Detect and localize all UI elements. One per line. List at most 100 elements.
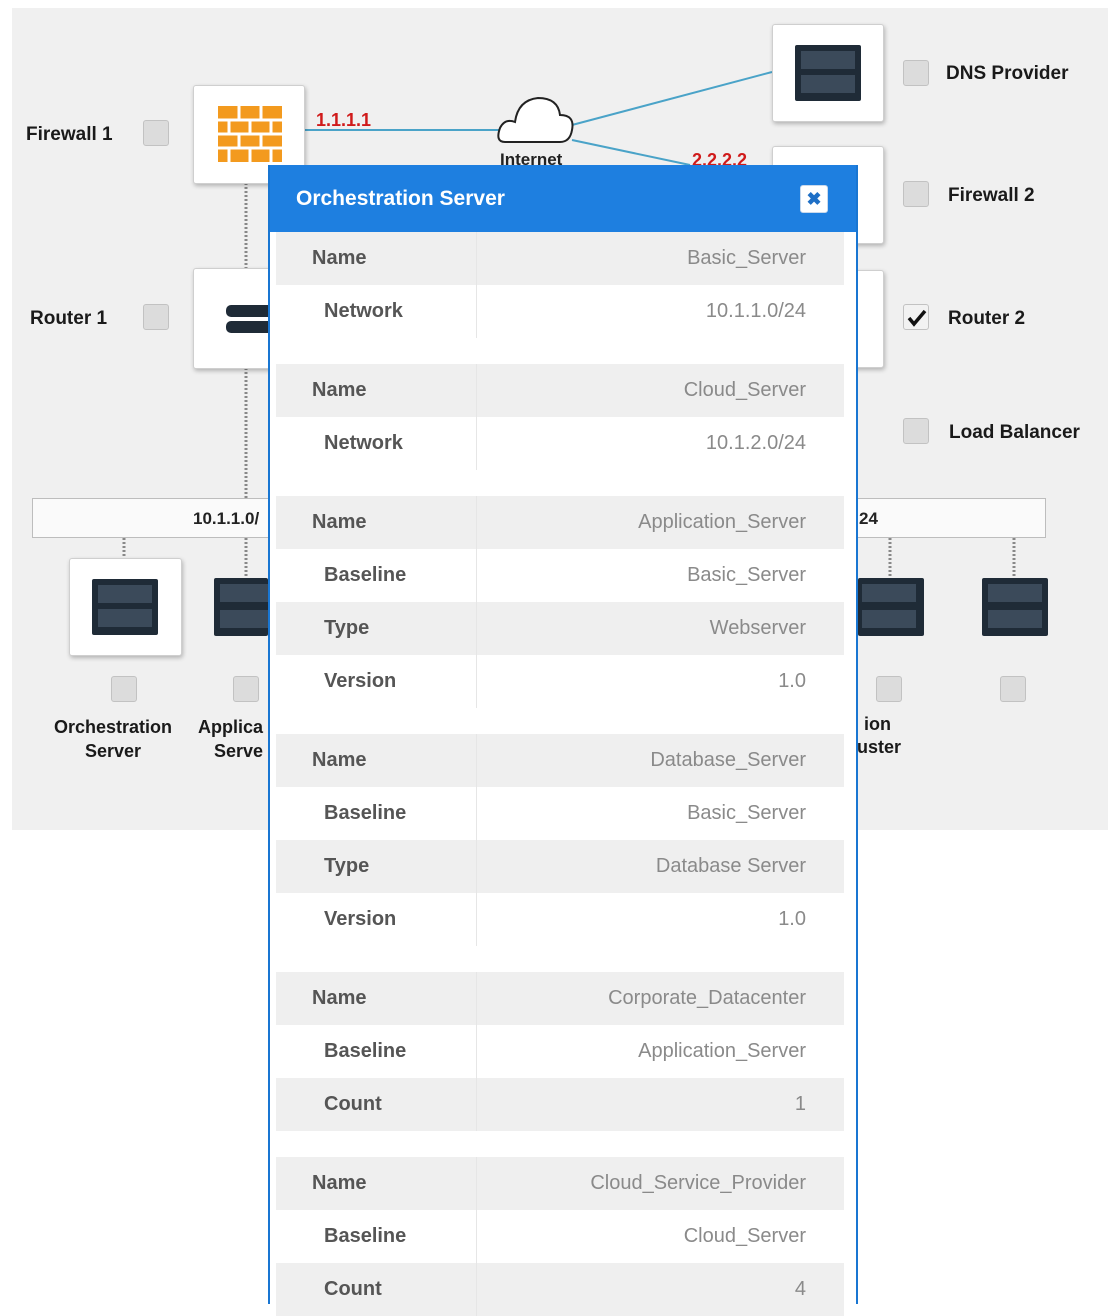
property-value: Corporate_Datacenter	[476, 972, 844, 1025]
firewall1-label: Firewall 1	[26, 124, 113, 145]
property-value: Application_Server	[476, 496, 844, 549]
dialog-title: Orchestration Server	[296, 187, 505, 210]
server-checkbox[interactable]	[1000, 676, 1026, 702]
property-value: 1	[476, 1078, 844, 1131]
load-balancer-label: Load Balancer	[949, 422, 1080, 443]
property-row: Baseline Basic_Server	[276, 549, 844, 602]
property-row: Baseline Application_Server	[276, 1025, 844, 1078]
property-value: 10.1.1.0/24	[476, 285, 844, 338]
close-button[interactable]: ✖	[800, 185, 828, 213]
property-value: Application_Server	[476, 1025, 844, 1078]
property-row: Type Database Server	[276, 840, 844, 893]
property-row: Name Database_Server	[276, 734, 844, 787]
dns-checkbox[interactable]	[903, 60, 929, 86]
dns-node[interactable]	[772, 24, 884, 122]
property-row: Baseline Cloud_Server	[276, 1210, 844, 1263]
server-icon[interactable]	[858, 578, 924, 636]
property-row: Type Webserver	[276, 602, 844, 655]
property-key: Name	[312, 247, 367, 269]
property-key: Count	[324, 1278, 382, 1300]
application-server-label: Applica Serve	[198, 717, 264, 761]
property-key: Name	[312, 1172, 367, 1194]
property-key: Baseline	[324, 802, 407, 824]
property-row: Name Application_Server	[276, 496, 844, 549]
router1-checkbox[interactable]	[143, 304, 169, 330]
cloud-icon	[497, 96, 574, 143]
cluster-label-bottom: uster	[857, 737, 902, 757]
property-row: Version 1.0	[276, 893, 844, 946]
property-key: Baseline	[324, 564, 407, 586]
property-key: Baseline	[324, 1040, 407, 1062]
property-group: Name Cloud_Server Network 10.1.2.0/24	[276, 364, 844, 470]
property-value: Cloud_Server	[476, 1210, 844, 1263]
property-group: Name Corporate_Datacenter Baseline Applicat…	[276, 972, 844, 1131]
server-icon	[92, 579, 158, 635]
firewall2-label: Firewall 2	[948, 185, 1035, 206]
property-key: Version	[324, 670, 397, 692]
property-row: Version 1.0	[276, 655, 844, 708]
property-value: Basic_Server	[476, 787, 844, 840]
orchestration-server-checkbox[interactable]	[111, 676, 137, 702]
close-icon: ✖	[806, 189, 822, 209]
property-row: Count 4	[276, 1263, 844, 1316]
property-value: Webserver	[476, 602, 844, 655]
property-row: Network 10.1.1.0/24	[276, 285, 844, 338]
property-row: Name Basic_Server	[276, 232, 844, 285]
property-row: Count 1	[276, 1078, 844, 1131]
server-icon	[795, 45, 861, 101]
firewall1-ip: 1.1.1.1	[316, 110, 372, 130]
firewall1-checkbox[interactable]	[143, 120, 169, 146]
property-row: Baseline Basic_Server	[276, 787, 844, 840]
property-key: Name	[312, 749, 367, 771]
property-key: Version	[324, 908, 397, 930]
property-row: Name Cloud_Service_Provider	[276, 1157, 844, 1210]
router2-checkbox[interactable]	[903, 304, 929, 330]
property-value: 4	[476, 1263, 844, 1316]
orchestration-server-dialog: Orchestration Server ✖ Name Basic_Server N…	[268, 165, 858, 1316]
application-server-icon[interactable]	[214, 578, 268, 636]
property-key: Baseline	[324, 1225, 407, 1247]
link-internet-firewall2	[571, 139, 691, 166]
link-internet-dns	[571, 71, 773, 126]
load-balancer-checkbox[interactable]	[903, 418, 929, 444]
dialog-body: Name Basic_Server Network 10.1.1.0/24 Name Cl…	[276, 232, 844, 1316]
subnet-right-label: 24	[859, 509, 878, 528]
subnet-left-label: 10.1.1.0/	[193, 509, 260, 528]
router1-label: Router 1	[30, 308, 108, 329]
property-key: Network	[324, 300, 403, 322]
property-key: Name	[312, 511, 367, 533]
property-key: Type	[324, 617, 370, 639]
property-key: Count	[324, 1093, 382, 1115]
property-group: Name Cloud_Service_Provider Baseline Cloud_…	[276, 1157, 844, 1316]
property-value: 1.0	[476, 893, 844, 946]
property-row: Name Cloud_Server	[276, 364, 844, 417]
application-server-checkbox[interactable]	[233, 676, 259, 702]
orchestration-server-node[interactable]	[69, 558, 182, 656]
property-value: Cloud_Service_Provider	[476, 1157, 844, 1210]
dialog-header: Orchestration Server ✖	[270, 165, 856, 232]
server-icon[interactable]	[982, 578, 1048, 636]
property-key: Name	[312, 987, 367, 1009]
dns-label: DNS Provider	[946, 63, 1069, 84]
property-key: Name	[312, 379, 367, 401]
orchestration-server-label: Orchestration Server	[54, 717, 173, 761]
cluster-label-top: ion	[864, 714, 891, 734]
property-row: Network 10.1.2.0/24	[276, 417, 844, 470]
router2-label: Router 2	[948, 308, 1026, 329]
checkmark-icon	[907, 309, 927, 327]
firewall2-checkbox[interactable]	[903, 181, 929, 207]
server-checkbox[interactable]	[876, 676, 902, 702]
property-key: Network	[324, 432, 403, 454]
property-group: Name Database_Server Baseline Basic_Server T…	[276, 734, 844, 946]
property-value: Cloud_Server	[476, 364, 844, 417]
property-value: 10.1.2.0/24	[476, 417, 844, 470]
property-value: Basic_Server	[476, 549, 844, 602]
property-group: Name Application_Server Baseline Basic_Serv…	[276, 496, 844, 708]
property-value: 1.0	[476, 655, 844, 708]
property-value: Basic_Server	[476, 232, 844, 285]
property-value: Database Server	[476, 840, 844, 893]
property-value: Database_Server	[476, 734, 844, 787]
property-group: Name Basic_Server Network 10.1.1.0/24	[276, 232, 844, 338]
property-key: Type	[324, 855, 370, 877]
property-row: Name Corporate_Datacenter	[276, 972, 844, 1025]
